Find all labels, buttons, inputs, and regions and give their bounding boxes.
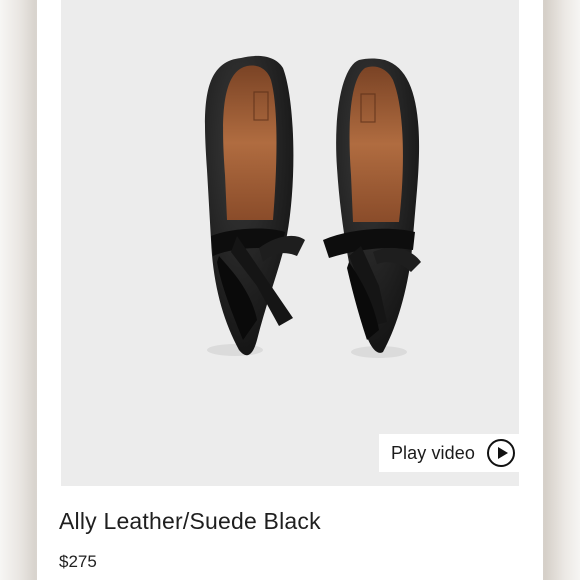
play-video-label: Play video: [390, 442, 475, 463]
shoes-image: [204, 55, 421, 358]
product-photo[interactable]: Play video: [61, 0, 529, 486]
product-price: $275: [59, 552, 97, 571]
left-shoe: [204, 55, 305, 356]
product-card[interactable]: Play video Ally Leather/Suede Black $275: [37, 0, 543, 580]
play-video-button[interactable]: Play video: [378, 434, 529, 472]
product-title: Ally Leather/Suede Black: [59, 508, 321, 534]
play-circle-icon: [487, 439, 515, 467]
right-shoe: [323, 58, 421, 358]
